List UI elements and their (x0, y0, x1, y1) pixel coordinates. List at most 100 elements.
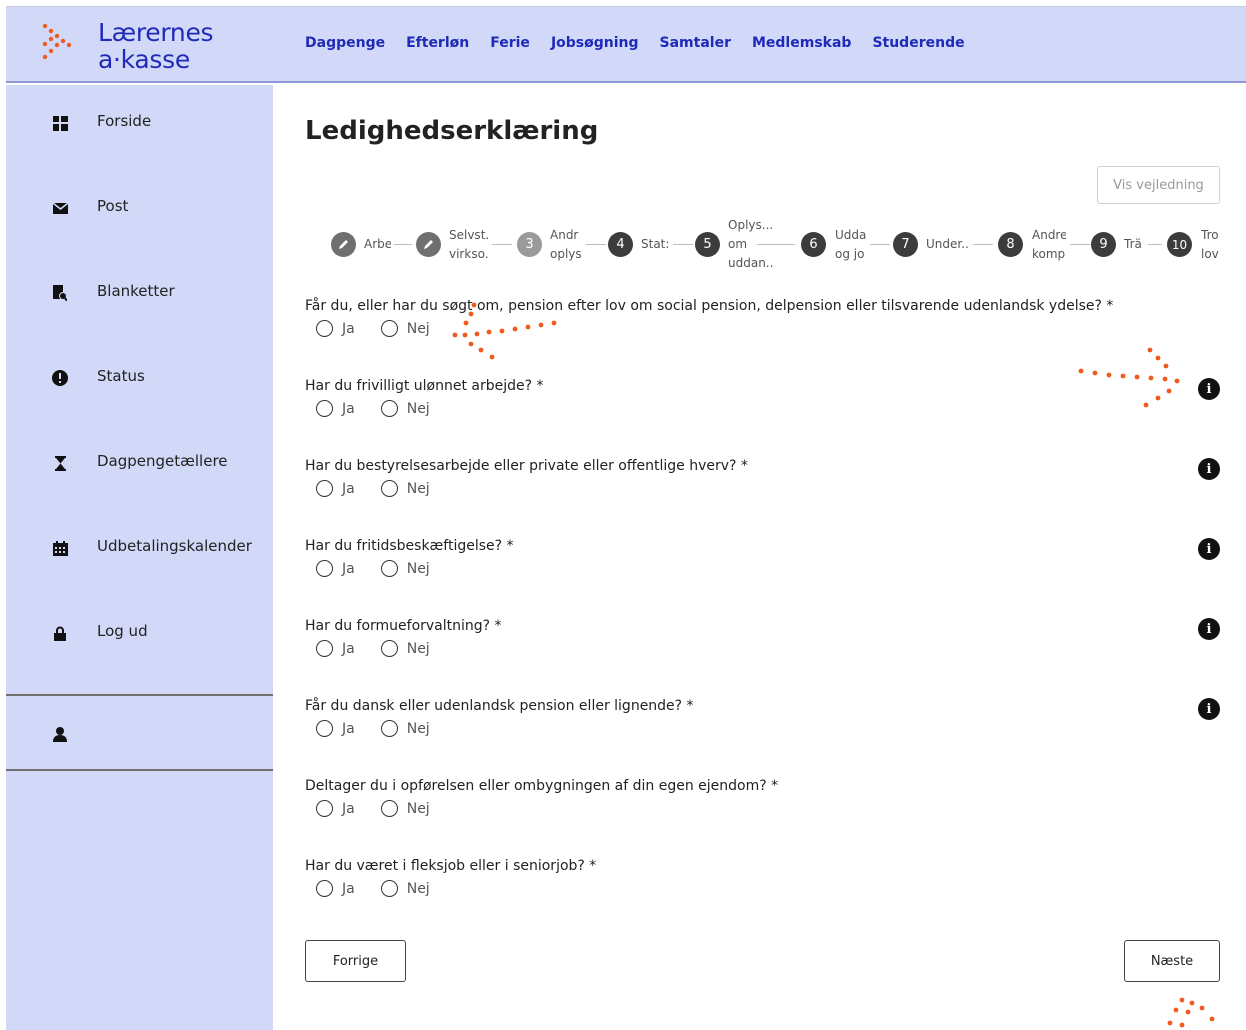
radio-group: Ja Nej (316, 640, 456, 657)
radio-ja[interactable]: Ja (316, 480, 355, 497)
step-connector (1070, 244, 1092, 245)
step-number: 6 (801, 232, 826, 257)
sidebar-item-post[interactable]: Post (6, 192, 273, 232)
previous-button[interactable]: Forrige (305, 940, 406, 982)
radio-circle-icon (316, 880, 333, 897)
nav-samtaler[interactable]: Samtaler (660, 35, 731, 51)
sidebar-item-dagpengetaellere[interactable]: Dagpengetællere (6, 447, 273, 487)
radio-nej[interactable]: Nej (380, 640, 430, 657)
step-label: uddan.. (728, 256, 774, 270)
radio-group: Ja Nej (316, 560, 456, 577)
radio-label: Nej (406, 880, 430, 897)
radio-label: Nej (406, 640, 430, 657)
radio-nej[interactable]: Nej (380, 320, 430, 337)
radio-ja[interactable]: Ja (316, 880, 355, 897)
step-number: 10 (1167, 232, 1192, 257)
guide-button[interactable]: Vis vejledning (1097, 166, 1220, 204)
radio-label: Nej (406, 800, 430, 817)
sidebar-item-label: Forside (97, 112, 152, 130)
sidebar-item-blanketter[interactable]: Blanketter (6, 277, 273, 317)
radio-group: Ja Nej (316, 800, 456, 817)
radio-nej[interactable]: Nej (380, 480, 430, 497)
sidebar-item-forside[interactable]: Forside (6, 107, 273, 147)
brand-logo[interactable]: Lærernes a·kasse (36, 17, 236, 79)
sidebar: Forside Post Blanketter Status Dagpenget… (6, 85, 273, 1030)
step-connector (870, 244, 890, 245)
radio-nej[interactable]: Nej (380, 560, 430, 577)
user-icon (52, 726, 68, 742)
nav-ferie[interactable]: Ferie (490, 35, 530, 51)
question-7: Deltager du i opførelsen eller ombygning… (305, 778, 1220, 840)
sidebar-divider (6, 694, 273, 696)
question-3: Har du bestyrelsesarbejde eller private … (305, 458, 1220, 520)
question-text: Har du bestyrelsesarbejde eller private … (305, 458, 748, 474)
radio-ja[interactable]: Ja (316, 800, 355, 817)
radio-nej[interactable]: Nej (380, 880, 430, 897)
radio-nej[interactable]: Nej (380, 400, 430, 417)
question-text: Har du frivilligt ulønnet arbejde? * (305, 378, 544, 394)
radio-circle-icon (380, 800, 398, 817)
radio-ja[interactable]: Ja (316, 400, 355, 417)
sidebar-item-status[interactable]: Status (6, 362, 273, 402)
radio-group: Ja Nej (316, 400, 456, 417)
radio-circle-icon (316, 480, 333, 497)
radio-circle-icon (316, 800, 333, 817)
step-number: 7 (893, 232, 918, 257)
radio-circle-icon (380, 560, 398, 577)
step-label: lov (1201, 247, 1219, 261)
calendar-icon (52, 540, 68, 556)
nav-medlemskab[interactable]: Medlemskab (752, 35, 851, 51)
info-icon[interactable]: i (1198, 698, 1220, 720)
main-nav: Dagpenge Efterløn Ferie Jobsøgning Samta… (305, 35, 986, 51)
radio-label: Ja (342, 400, 355, 417)
question-6: Får du dansk eller udenlandsk pension el… (305, 698, 1220, 760)
question-2: Har du frivilligt ulønnet arbejde? * Ja … (305, 378, 1220, 440)
radio-label: Ja (342, 560, 355, 577)
radio-nej[interactable]: Nej (380, 800, 430, 817)
next-button[interactable]: Næste (1124, 940, 1220, 982)
radio-circle-icon (316, 560, 333, 577)
radio-circle-icon (380, 320, 398, 337)
radio-ja[interactable]: Ja (316, 560, 355, 577)
radio-circle-icon (380, 400, 398, 417)
nav-efterloen[interactable]: Efterløn (406, 35, 469, 51)
info-icon[interactable]: i (1198, 538, 1220, 560)
sidebar-profile[interactable] (6, 718, 273, 758)
info-icon[interactable]: i (1198, 458, 1220, 480)
step-number: 8 (998, 232, 1023, 257)
radio-circle-icon (380, 880, 398, 897)
envelope-icon (52, 200, 68, 216)
question-5: Har du formueforvaltning? * Ja Nej i (305, 618, 1220, 680)
sidebar-item-udbetalingskalender[interactable]: Udbetalingskalender (6, 532, 273, 572)
info-icon[interactable]: i (1198, 618, 1220, 640)
nav-dagpenge[interactable]: Dagpenge (305, 35, 385, 51)
sidebar-item-log-ud[interactable]: Log ud (6, 617, 273, 657)
step-number: 5 (695, 232, 720, 257)
radio-nej[interactable]: Nej (380, 720, 430, 737)
radio-ja[interactable]: Ja (316, 640, 355, 657)
sidebar-item-label: Dagpengetællere (97, 452, 228, 470)
dashboard-icon (52, 115, 68, 131)
nav-jobsoegning[interactable]: Jobsøgning (551, 35, 639, 51)
step-connector (673, 244, 693, 245)
form-icon (52, 285, 68, 301)
radio-ja[interactable]: Ja (316, 320, 355, 337)
step-label: Trä (1124, 237, 1142, 251)
radio-ja[interactable]: Ja (316, 720, 355, 737)
step-number: 4 (608, 232, 633, 257)
radio-circle-icon (316, 720, 333, 737)
page-title: Ledighedserklæring (305, 116, 599, 146)
lock-icon (52, 625, 68, 641)
step-connector (1148, 244, 1162, 245)
step-label: om (728, 237, 748, 251)
step-label: og jo (835, 247, 865, 261)
nav-studerende[interactable]: Studerende (872, 35, 964, 51)
question-8: Har du været i fleksjob eller i seniorjo… (305, 858, 1220, 920)
question-1: Får du, eller har du søgt om, pension ef… (305, 298, 1220, 360)
info-icon[interactable]: i (1198, 378, 1220, 400)
step-done-icon (331, 232, 356, 257)
radio-label: Ja (342, 320, 355, 337)
step-label: Andr (550, 228, 579, 242)
question-text: Deltager du i opførelsen eller ombygning… (305, 778, 779, 794)
brand-line2: a·kasse (98, 45, 190, 74)
